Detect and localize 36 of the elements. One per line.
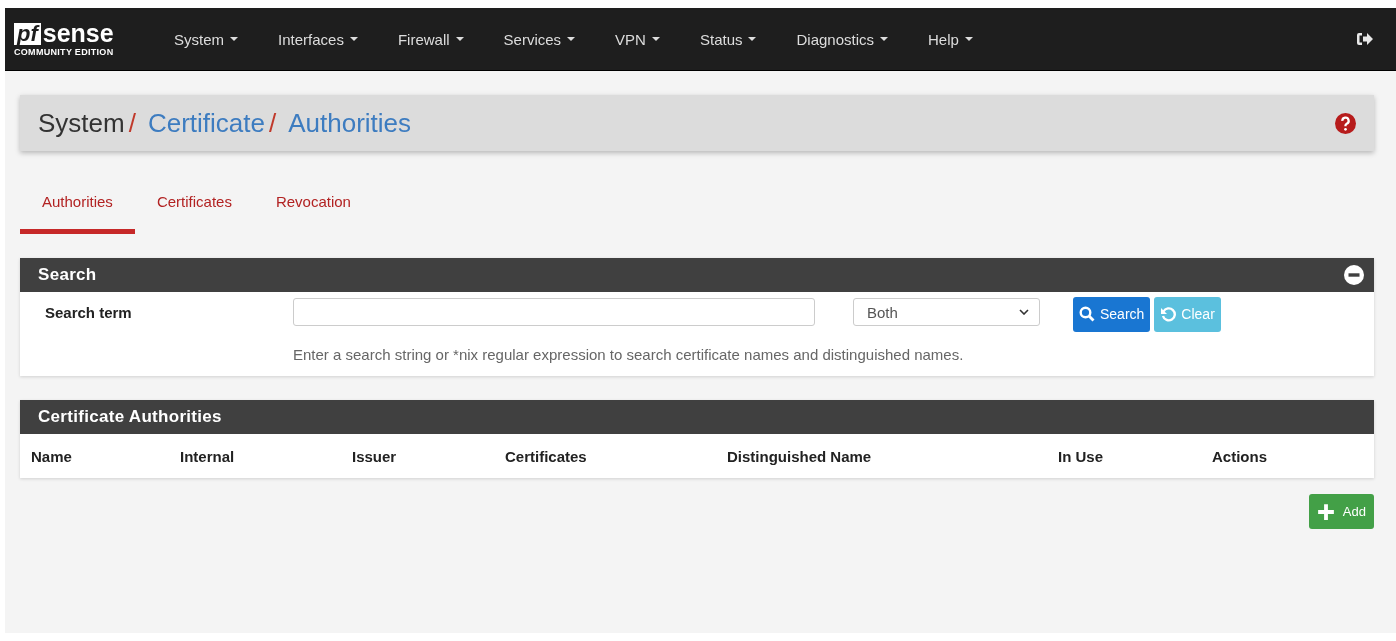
column-header: Issuer <box>352 447 398 465</box>
nav-menu-item[interactable]: Help <box>913 30 988 48</box>
breadcrumb-separator: / <box>128 107 136 139</box>
column-header: Internal <box>180 447 236 465</box>
chevron-down-icon <box>1019 309 1029 315</box>
help-icon[interactable] <box>1335 112 1356 134</box>
panel-title: Certificate Authorities <box>38 407 222 427</box>
tab[interactable]: Authorities <box>20 185 135 234</box>
plus-icon <box>1316 502 1335 521</box>
nav-menu-item[interactable]: VPN <box>600 30 675 48</box>
scope-select[interactable]: Both <box>853 298 1040 326</box>
undo-icon <box>1160 306 1177 322</box>
column-header: Distinguished Name <box>727 447 873 465</box>
search-icon <box>1079 306 1095 322</box>
nav-menu-item[interactable]: Interfaces <box>263 30 373 48</box>
field-label: Search term <box>45 303 133 321</box>
breadcrumb-item: System <box>38 107 125 139</box>
column-header: Certificates <box>505 447 588 465</box>
tab[interactable]: Certificates <box>134 185 254 234</box>
nav-menu-item[interactable]: Firewall <box>382 30 479 48</box>
tab[interactable]: Revocation <box>253 185 373 234</box>
column-header: Name <box>31 447 73 465</box>
nav-menu-item[interactable]: Services <box>488 30 591 48</box>
logo[interactable]: pf sense COMMUNITY EDITION <box>14 21 159 57</box>
nav-menu-item[interactable]: System <box>159 30 253 48</box>
search-field[interactable] <box>293 298 815 326</box>
nav-menu-item[interactable]: Status <box>684 30 772 48</box>
nav-menu-item[interactable]: Diagnostics <box>781 30 904 48</box>
logout-icon[interactable] <box>1356 31 1374 47</box>
panel-title: Search <box>38 265 97 285</box>
breadcrumb-separator: / <box>268 107 277 139</box>
help-text: Enter a search string or *nix regular expression to search certificate names and distinguished names. <box>293 345 965 363</box>
search-button[interactable]: Search <box>1073 296 1151 332</box>
collapse-icon[interactable] <box>1344 265 1364 285</box>
column-header: Actions <box>1212 447 1268 465</box>
column-header: In Use <box>1058 447 1104 465</box>
